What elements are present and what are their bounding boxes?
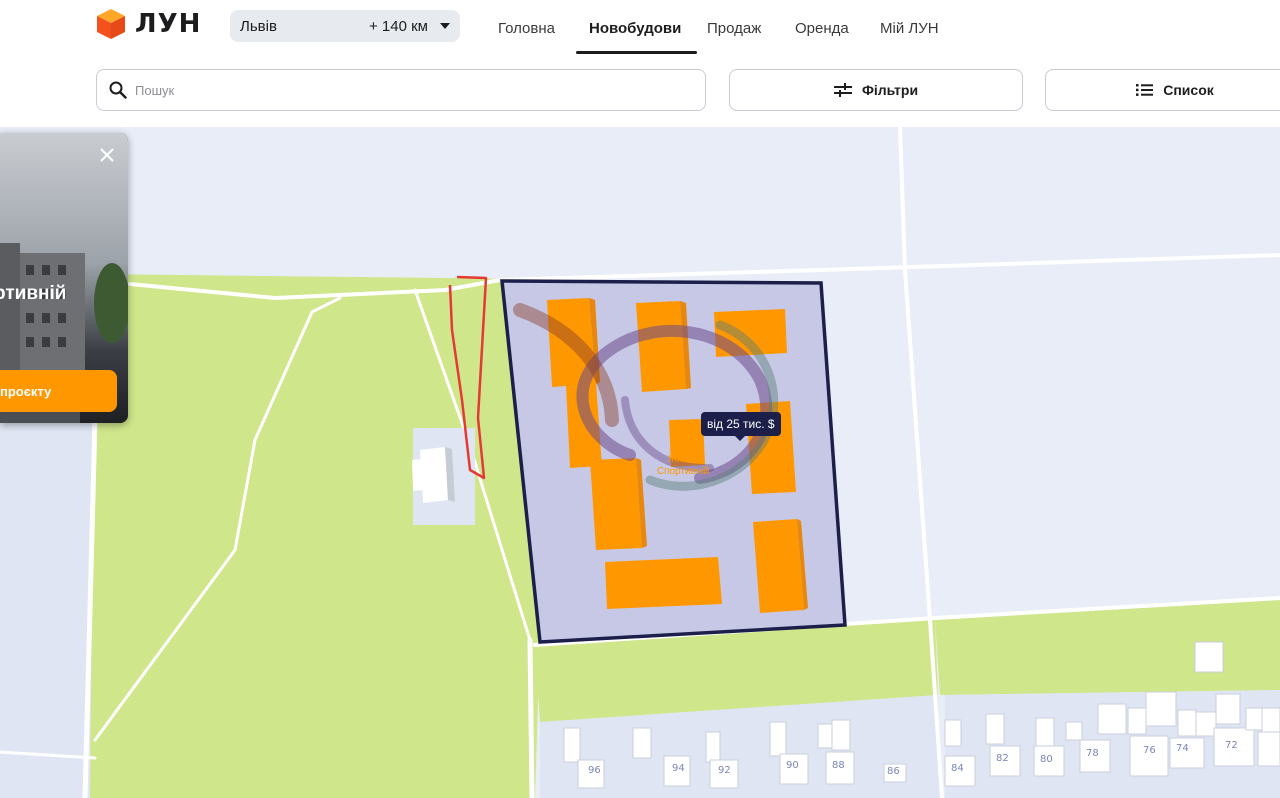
nav-rent-label: Оренда (795, 19, 849, 37)
house-number-84: 84 (951, 763, 964, 774)
complex-label-line1: ЖК На (668, 454, 699, 465)
nav-rent[interactable]: Оренда (795, 0, 849, 56)
filters-label: Фільтри (861, 82, 919, 98)
house-number-92: 92 (718, 765, 731, 776)
nav-new-buildings-label: Новобудови (589, 19, 682, 37)
list-icon (1136, 84, 1154, 96)
map-block-left (0, 420, 92, 798)
nav-my-lun-label: Мій ЛУН (880, 19, 939, 37)
house-number-74: 74 (1176, 743, 1189, 754)
promo-cta-label: проєкту (0, 383, 52, 399)
house-number-96: 96 (588, 765, 601, 776)
map-canvas[interactable]: ЖК На Спортивній 96 94 92 90 88 86 84 82… (0, 127, 1280, 798)
house-number-86: 86 (887, 766, 900, 777)
caret-down-icon (440, 23, 450, 29)
top-bar: ЛУН Львів + 140 км Головна Новобудови Пр… (0, 0, 1280, 56)
house-number-88: 88 (832, 760, 845, 771)
complex-label-line2: Спортивній (657, 466, 709, 477)
house-number-78: 78 (1086, 748, 1099, 759)
nav-home-label: Головна (498, 19, 555, 37)
nav-new-buildings[interactable]: Новобудови (575, 0, 698, 56)
close-icon[interactable] (97, 145, 117, 165)
promo-card[interactable]: ртивній проєкту (0, 133, 128, 423)
house-number-72: 72 (1225, 740, 1238, 751)
promo-title: ртивній (0, 283, 67, 304)
list-view-button[interactable]: Список (1045, 69, 1280, 111)
building-8 (753, 519, 808, 613)
list-label: Список (1163, 82, 1214, 98)
filters-button[interactable]: Фільтри (729, 69, 1023, 111)
building-3 (590, 458, 647, 550)
search-icon (109, 81, 127, 99)
house-number-94: 94 (672, 763, 685, 774)
building-9 (605, 557, 722, 609)
nav-my-lun[interactable]: Мій ЛУН (880, 0, 939, 56)
brand-name: ЛУН (135, 9, 202, 39)
promo-cta-button[interactable]: проєкту (0, 370, 117, 412)
price-tag-marker[interactable]: від 25 тис. $ (701, 412, 781, 441)
house-number-90: 90 (786, 760, 799, 771)
nav-home[interactable]: Головна (498, 0, 555, 56)
park-area (90, 274, 540, 798)
house-number-76: 76 (1143, 745, 1156, 756)
house-number-82: 82 (996, 753, 1009, 764)
filters-icon (833, 83, 852, 97)
nav-sale-label: Продаж (707, 19, 762, 37)
city-name: Львів (240, 17, 277, 35)
nav-sale[interactable]: Продаж (707, 0, 761, 56)
search-input[interactable] (133, 81, 677, 99)
lun-logo-icon (97, 9, 125, 39)
building-4 (636, 301, 691, 392)
search-radius: + 140 км (369, 17, 428, 35)
map[interactable]: ЖК На Спортивній 96 94 92 90 88 86 84 82… (0, 127, 1280, 798)
logo[interactable]: ЛУН (95, 8, 201, 40)
search-box[interactable] (96, 69, 706, 111)
house-number-80: 80 (1040, 754, 1053, 765)
city-selector[interactable]: Львів + 140 км (230, 10, 460, 42)
